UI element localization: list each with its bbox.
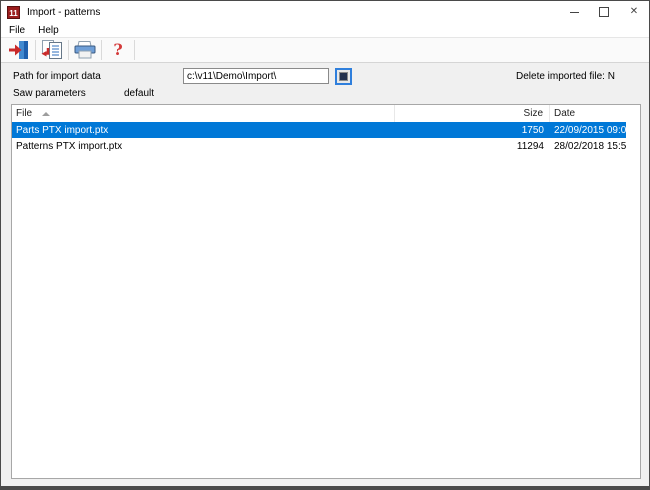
exit-button[interactable] (5, 39, 33, 61)
minimize-icon (570, 12, 579, 13)
file-size-cell: 11294 (395, 141, 550, 152)
toolbar-separator (134, 40, 135, 60)
import-button[interactable] (38, 39, 66, 61)
minimize-button[interactable] (559, 1, 589, 23)
menu-bar: File Help (1, 23, 649, 37)
toolbar-separator (101, 40, 102, 60)
file-name-cell: Parts PTX import.ptx (12, 125, 395, 136)
toolbar: ? (1, 37, 649, 63)
form-area: Path for import data Delete imported fil… (1, 64, 649, 104)
path-input[interactable] (183, 68, 329, 84)
browse-icon (339, 72, 348, 81)
delete-imported-file-label: Delete imported file: N (516, 71, 615, 82)
file-list: File Size Date Parts PTX import.ptx 1750… (11, 104, 641, 479)
saw-parameters-value: default (124, 88, 154, 99)
exit-door-icon (8, 40, 30, 60)
help-button[interactable]: ? (104, 39, 132, 61)
column-header-file[interactable]: File (12, 105, 395, 122)
import-files-icon (40, 40, 64, 60)
column-header-size[interactable]: Size (395, 105, 550, 122)
maximize-icon (599, 7, 609, 17)
file-size-cell: 1750 (395, 125, 550, 136)
printer-icon (73, 40, 97, 60)
print-button[interactable] (71, 39, 99, 61)
list-header: File Size Date (12, 105, 640, 122)
sort-ascending-icon (42, 112, 50, 116)
browse-button[interactable] (335, 68, 352, 85)
help-icon: ? (113, 42, 122, 58)
menu-file[interactable]: File (9, 25, 25, 36)
close-button[interactable]: ✕ (619, 1, 649, 23)
maximize-button[interactable] (589, 1, 619, 23)
saw-parameters-label: Saw parameters (13, 88, 86, 99)
table-row[interactable]: Parts PTX import.ptx 1750 22/09/2015 09:… (12, 122, 626, 138)
toolbar-separator (35, 40, 36, 60)
toolbar-separator (68, 40, 69, 60)
import-patterns-window: 11 Import - patterns ✕ File Help (0, 0, 650, 490)
app-icon: 11 (7, 6, 20, 19)
window-controls: ✕ (559, 1, 649, 23)
menu-help[interactable]: Help (38, 25, 59, 36)
close-icon: ✕ (630, 7, 638, 17)
window-title: Import - patterns (27, 7, 100, 18)
title-bar: 11 Import - patterns ✕ (1, 1, 649, 23)
column-header-date[interactable]: Date (550, 105, 626, 122)
file-date-cell: 28/02/2018 15:56 (550, 141, 626, 152)
path-label: Path for import data (13, 71, 101, 82)
file-name-cell: Patterns PTX import.ptx (12, 141, 395, 152)
file-date-cell: 22/09/2015 09:05 (550, 125, 626, 136)
table-row[interactable]: Patterns PTX import.ptx 11294 28/02/2018… (12, 138, 626, 154)
